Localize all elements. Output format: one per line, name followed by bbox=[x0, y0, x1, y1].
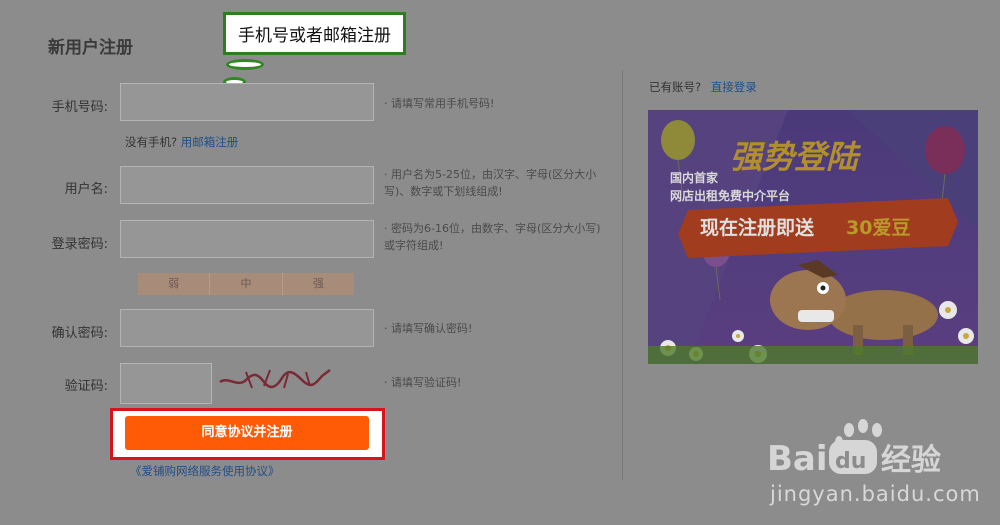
promo-line1: 国内首家 bbox=[670, 170, 719, 185]
promo-banner-highlight: 30爱豆 bbox=[846, 217, 910, 239]
login-row: 已有账号? 直接登录 bbox=[649, 79, 757, 95]
captcha-label: 验证码: bbox=[64, 379, 108, 394]
username-tip: · 用户名为5-25位，由汉字、字母(区分大小写)、数字或下划线组成! bbox=[384, 168, 597, 198]
password-tip: · 密码为6-16位，由数字、字母(区分大小写)或字符组成! bbox=[384, 222, 601, 252]
confirm-password-tip: · 请填写确认密码! bbox=[384, 322, 473, 335]
username-input[interactable] bbox=[120, 166, 374, 204]
strength-strong: 强 bbox=[312, 277, 324, 290]
baidu-jingyan-watermark: Bai du 经验 bbox=[765, 418, 955, 482]
phone-input[interactable] bbox=[120, 83, 374, 121]
password-label: 登录密码: bbox=[51, 237, 108, 252]
watermark-url: jingyan.baidu.com bbox=[770, 482, 981, 506]
registration-page: 新用户注册 手机号或者邮箱注册 手机号码: · 请填写常用手机号码! 没有手机?… bbox=[0, 0, 1000, 525]
promo-line2: 网店出租免费中介平台 bbox=[670, 188, 790, 203]
captcha-image[interactable] bbox=[218, 362, 334, 396]
have-account-text: 已有账号? bbox=[649, 80, 702, 94]
page-title: 新用户注册 bbox=[48, 38, 133, 58]
username-label: 用户名: bbox=[64, 182, 108, 197]
promo-banner[interactable]: 国内首家 网店出租免费中介平台 强势登陆 现在注册即送 30爱豆 bbox=[648, 110, 978, 364]
callout-bubble-large bbox=[226, 59, 264, 70]
phone-tip: · 请填写常用手机号码! bbox=[384, 97, 495, 110]
brand-right: 经验 bbox=[881, 443, 941, 478]
direct-login-link[interactable]: 直接登录 bbox=[711, 80, 757, 94]
no-phone-row: 没有手机? 用邮箱注册 bbox=[125, 134, 238, 150]
agree-register-button[interactable]: 同意协议并注册 bbox=[125, 416, 369, 450]
captcha-tip: · 请填写验证码! bbox=[384, 376, 462, 389]
brand-left: Bai bbox=[767, 439, 828, 478]
password-strength-meter: 弱 中 强 bbox=[138, 273, 354, 295]
password-input[interactable] bbox=[120, 220, 374, 258]
promo-banner-text: 现在注册即送 bbox=[700, 216, 815, 239]
confirm-password-label: 确认密码: bbox=[51, 326, 108, 341]
promo-headline: 强势登陆 bbox=[730, 138, 861, 176]
phone-label: 手机号码: bbox=[51, 100, 108, 115]
column-divider bbox=[622, 70, 623, 480]
captcha-input[interactable] bbox=[120, 363, 212, 404]
brand-paw-text: du bbox=[835, 449, 866, 474]
no-phone-text: 没有手机? bbox=[125, 135, 178, 149]
annotation-callout: 手机号或者邮箱注册 bbox=[223, 12, 406, 55]
strength-medium: 中 bbox=[210, 273, 283, 295]
confirm-password-input[interactable] bbox=[120, 309, 374, 347]
strength-weak: 弱 bbox=[138, 273, 211, 295]
email-register-link[interactable]: 用邮箱注册 bbox=[181, 135, 239, 149]
agreement-link[interactable]: 《爱铺购网络服务使用协议》 bbox=[130, 463, 280, 479]
